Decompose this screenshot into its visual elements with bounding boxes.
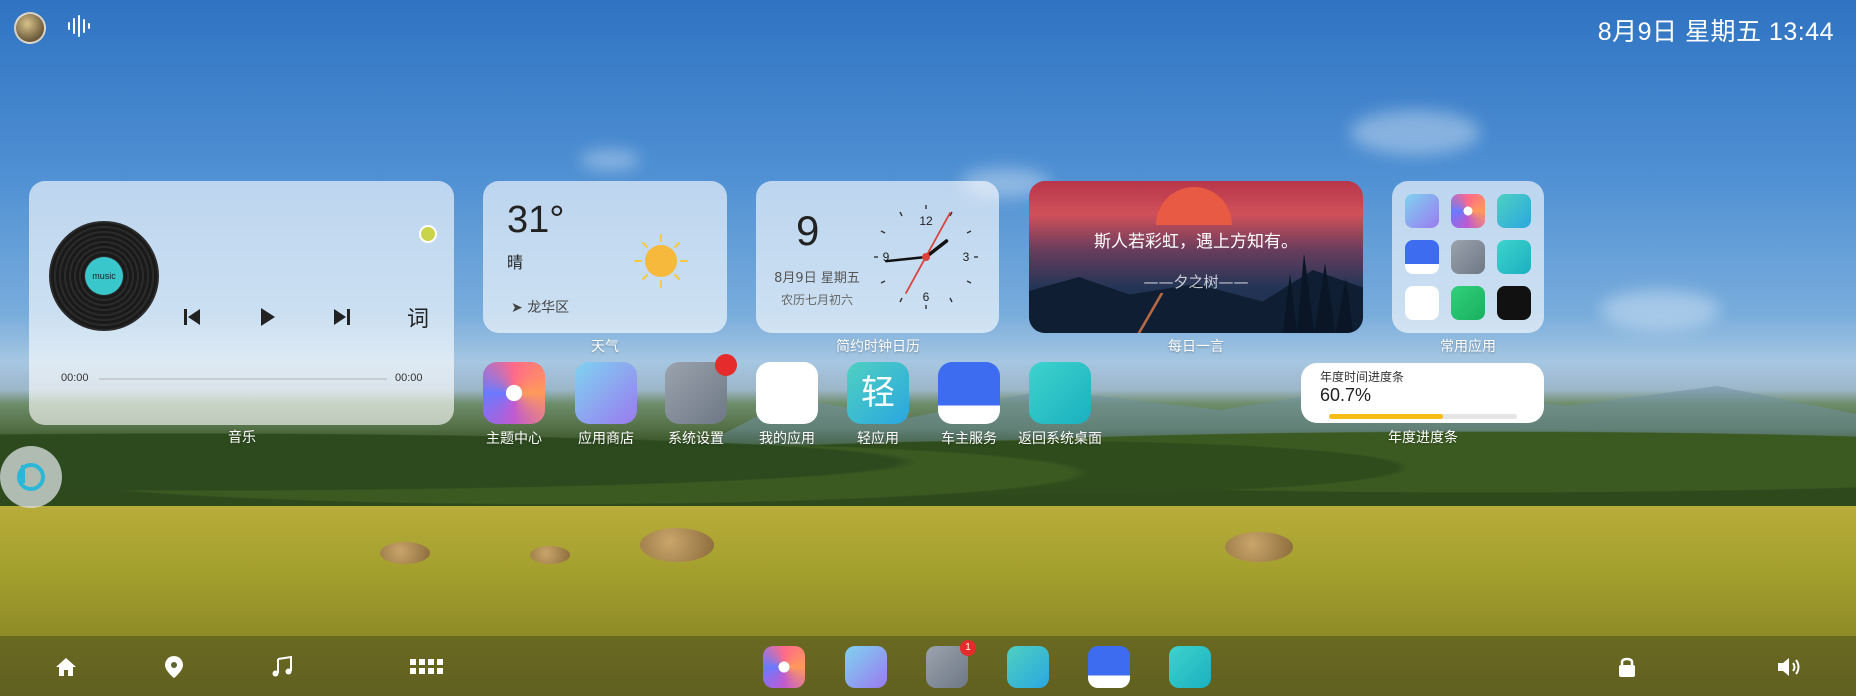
location-arrow-icon: ➤ (511, 300, 528, 316)
clock-calendar-widget[interactable]: 9 8月9日 星期五 农历七月初六 12 3 6 9 (756, 181, 999, 333)
vinyl-disc[interactable]: music (49, 221, 159, 331)
assistant-icon (17, 463, 45, 491)
quote-text: 斯人若彩虹，遇上方知有。 (1094, 232, 1298, 252)
app-label-desktop: 返回系统桌面 (1018, 431, 1102, 447)
common-apps-label: 常用应用 (1440, 339, 1496, 355)
music-source-icon (419, 225, 437, 243)
previous-track-icon[interactable] (179, 304, 205, 330)
app-store-app[interactable] (575, 362, 637, 424)
dock-store-app[interactable] (845, 646, 887, 688)
location-icon[interactable] (161, 654, 187, 680)
music-widget[interactable]: music 词 00:00 00:00 (29, 181, 454, 425)
user-avatar[interactable] (14, 12, 46, 44)
time-total: 00:00 (395, 372, 423, 384)
dock-notification-badge: 1 (960, 640, 976, 656)
volume-icon[interactable] (1776, 654, 1802, 680)
return-desktop-app[interactable] (1029, 362, 1091, 424)
dial-3: 3 (963, 250, 970, 264)
temperature: 31° (507, 199, 565, 241)
status-datetime: 8月9日 星期五 13:44 (1597, 18, 1834, 46)
dock-settings-app[interactable]: 1 (926, 640, 976, 688)
floating-assistant-button[interactable] (0, 446, 62, 508)
app-label-myapps: 我的应用 (759, 431, 815, 447)
kuwo-icon[interactable] (1497, 286, 1531, 320)
dock-light-app[interactable] (1007, 646, 1049, 688)
app-label-settings: 系统设置 (668, 431, 724, 447)
time-current: 00:00 (61, 372, 89, 384)
home-icon[interactable] (53, 654, 79, 680)
lunar-date: 农历七月初六 (780, 293, 853, 307)
weather-widget-label: 天气 (591, 339, 619, 355)
car-service-app[interactable] (938, 362, 1000, 424)
sun-icon (634, 234, 688, 288)
settings-icon[interactable] (1451, 240, 1485, 274)
disc-label: music (85, 257, 123, 295)
music-progress-track[interactable] (99, 378, 387, 380)
sunset-sun (1156, 187, 1232, 225)
dock-car-app[interactable] (1088, 646, 1130, 688)
desktop-icon[interactable] (1497, 240, 1531, 274)
music-widget-label: 音乐 (228, 430, 256, 446)
store-icon[interactable] (1405, 194, 1439, 228)
year-progress-value: 60.7% (1320, 385, 1372, 405)
location-text: 龙华区 (527, 300, 570, 316)
lock-icon[interactable] (1614, 654, 1640, 680)
year-progress-label: 年度进度条 (1388, 430, 1458, 446)
calendar-day: 9 (796, 207, 820, 254)
calendar-date: 8月9日 星期五 (774, 271, 860, 286)
my-apps-icon[interactable] (1405, 286, 1439, 320)
app-label-theme: 主题中心 (486, 431, 542, 447)
play-icon[interactable] (254, 304, 280, 330)
year-progress-fill (1329, 414, 1444, 419)
settings-app[interactable] (665, 354, 737, 424)
theme-center-app[interactable] (483, 362, 545, 424)
weather-widget[interactable]: 31° 晴 ➤ 龙华区 (483, 181, 727, 333)
bluetooth-app-icon[interactable] (1451, 286, 1485, 320)
my-apps-app[interactable] (756, 362, 818, 424)
app-label-store: 应用商店 (578, 431, 634, 447)
clock-widget-label: 简约时钟日历 (836, 339, 920, 355)
car-icon[interactable] (1405, 240, 1439, 274)
lyrics-button[interactable]: 词 (407, 301, 429, 333)
app-label-car: 车主服务 (941, 431, 997, 447)
dial-12: 12 (919, 214, 933, 228)
app-grid-icon[interactable] (410, 654, 444, 680)
flower-icon[interactable] (1451, 194, 1485, 228)
light-app-icon[interactable] (1497, 194, 1531, 228)
dock-desktop-app[interactable] (1169, 646, 1211, 688)
next-track-icon[interactable] (329, 304, 355, 330)
year-progress-title: 年度时间进度条 (1320, 370, 1405, 384)
app-label-light: 轻应用 (857, 431, 899, 447)
notification-badge (715, 354, 737, 376)
dial-6: 6 (923, 290, 930, 304)
weather-location: ➤ 龙华区 (511, 297, 569, 317)
voice-assistant-icon[interactable] (66, 14, 92, 38)
year-progress-widget[interactable]: 年度时间进度条 60.7% (1301, 363, 1544, 423)
light-app[interactable]: 轻 (847, 362, 909, 424)
music-note-icon[interactable] (269, 654, 295, 680)
analog-clock: 12 3 6 9 (874, 205, 978, 309)
common-apps-widget[interactable] (1392, 181, 1544, 333)
dock-theme-app[interactable] (763, 646, 805, 688)
daily-quote-widget[interactable]: 斯人若彩虹，遇上方知有。 ——夕之树—— (1029, 181, 1363, 333)
quote-author: ——夕之树—— (1143, 273, 1249, 291)
weather-condition: 晴 (507, 253, 524, 272)
year-progress-track (1329, 414, 1517, 419)
quote-widget-label: 每日一言 (1168, 339, 1224, 355)
